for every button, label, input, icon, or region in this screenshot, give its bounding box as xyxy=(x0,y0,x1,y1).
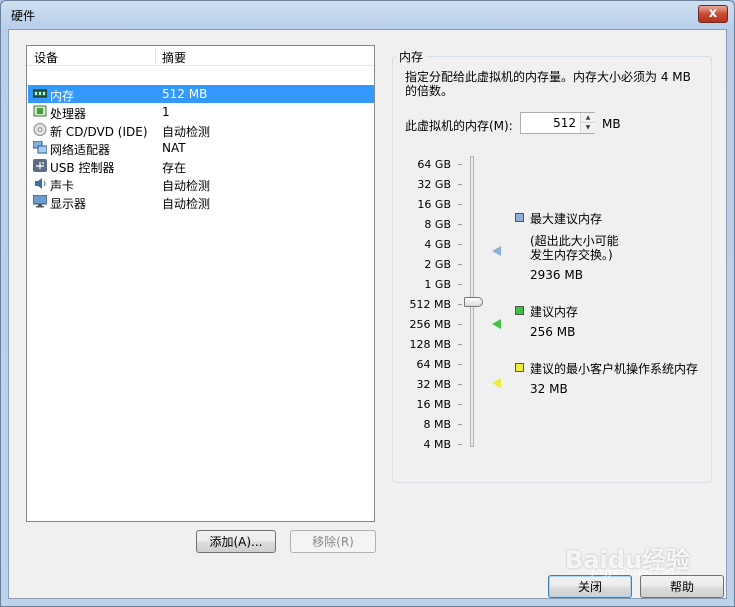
device-name: 新 CD/DVD (IDE) xyxy=(50,125,148,139)
max-recommended-note-line2: 发生内存交换。) xyxy=(530,248,613,262)
scale-tick xyxy=(458,224,462,225)
processor-icon xyxy=(33,105,47,118)
stepper-up-icon[interactable]: ▲ xyxy=(581,113,595,123)
hardware-dialog: 硬件 x 设备 摘要 内存 512 MB 处理器 1 新 CD/DVD (IDE… xyxy=(0,0,735,607)
scale-tick xyxy=(458,404,462,405)
scale-label: 16 MB xyxy=(416,398,451,411)
scale-tick xyxy=(458,424,462,425)
device-list-header: 设备 摘要 xyxy=(27,46,374,66)
min-recommended-legend-icon xyxy=(515,363,524,372)
device-summary: 自动检测 xyxy=(162,179,211,193)
window-close-button[interactable]: x xyxy=(698,5,728,23)
scale-label: 128 MB xyxy=(409,338,451,351)
baidu-watermark: Baidu经验 xyxy=(565,546,690,574)
recommended-value: 256 MB xyxy=(530,325,576,339)
device-row-memory[interactable]: 内存 512 MB xyxy=(28,85,374,103)
device-summary: 存在 xyxy=(162,161,187,175)
scale-label: 2 GB xyxy=(424,258,451,271)
device-row-network-adapter[interactable]: 网络适配器 NAT xyxy=(28,139,374,157)
scale-tick xyxy=(458,324,462,325)
min-recommended-marker-icon xyxy=(492,378,501,388)
device-name: 声卡 xyxy=(50,179,75,193)
add-device-button[interactable]: 添加(A)... xyxy=(196,530,276,553)
device-summary: 512 MB xyxy=(162,87,208,101)
display-icon xyxy=(32,194,48,208)
scale-label: 16 GB xyxy=(417,198,451,211)
scale-tick xyxy=(458,384,462,385)
scale-tick xyxy=(458,344,462,345)
stepper-down-icon[interactable]: ▼ xyxy=(581,123,595,133)
scale-tick xyxy=(458,284,462,285)
scale-label: 8 MB xyxy=(423,418,451,431)
scale-tick xyxy=(458,364,462,365)
device-row-sound-card[interactable]: 声卡 自动检测 xyxy=(28,175,374,193)
scale-tick xyxy=(458,264,462,265)
recommended-title: 建议内存 xyxy=(530,305,579,319)
memory-size-input[interactable]: 512 xyxy=(553,116,576,130)
memory-size-stepper[interactable]: 512 ▲ ▼ xyxy=(520,112,595,134)
device-name: 网络适配器 xyxy=(50,143,111,157)
help-button[interactable]: 帮助 xyxy=(640,575,724,598)
network-adapter-icon xyxy=(32,140,48,154)
min-recommended-value: 32 MB xyxy=(530,382,568,396)
memory-icon xyxy=(32,87,48,100)
device-row-display[interactable]: 显示器 自动检测 xyxy=(28,193,374,211)
scale-label: 64 MB xyxy=(416,358,451,371)
scale-label: 32 GB xyxy=(417,178,451,191)
scale-label: 4 GB xyxy=(424,238,451,251)
device-row-usb-controller[interactable]: USB 控制器 存在 xyxy=(28,157,374,175)
dialog-client-area: 设备 摘要 内存 512 MB 处理器 1 新 CD/DVD (IDE) 自动检… xyxy=(8,29,727,599)
memory-group-title: 内存 xyxy=(396,48,427,65)
device-name: 显示器 xyxy=(50,197,87,211)
max-recommended-title: 最大建议内存 xyxy=(530,212,603,226)
scale-label: 1 GB xyxy=(424,278,451,291)
device-name: 内存 xyxy=(50,89,75,103)
stepper-buttons: ▲ ▼ xyxy=(580,113,595,133)
scale-tick xyxy=(458,204,462,205)
max-recommended-legend-icon xyxy=(515,213,524,222)
memory-field-label: 此虚拟机的内存(M): xyxy=(405,119,513,133)
scale-label: 512 MB xyxy=(409,298,451,311)
scale-tick xyxy=(458,444,462,445)
scale-label: 4 MB xyxy=(423,438,451,451)
scale-label: 256 MB xyxy=(409,318,451,331)
scale-tick xyxy=(458,184,462,185)
usb-icon xyxy=(33,159,47,172)
device-summary: NAT xyxy=(162,141,186,155)
device-row-processor[interactable]: 处理器 1 xyxy=(28,103,374,121)
scale-tick xyxy=(458,244,462,245)
device-row-cd-dvd[interactable]: 新 CD/DVD (IDE) 自动检测 xyxy=(28,121,374,139)
column-header-summary[interactable]: 摘要 xyxy=(162,49,186,66)
device-summary: 1 xyxy=(162,105,170,119)
title-bar: 硬件 x xyxy=(1,1,734,29)
scale-label: 32 MB xyxy=(416,378,451,391)
device-list[interactable]: 设备 摘要 内存 512 MB 处理器 1 新 CD/DVD (IDE) 自动检… xyxy=(26,45,375,522)
max-recommended-note-line1: (超出此大小可能 xyxy=(530,234,619,248)
device-name: USB 控制器 xyxy=(50,161,115,175)
column-separator[interactable] xyxy=(155,48,156,64)
window-title: 硬件 xyxy=(11,9,36,23)
device-summary: 自动检测 xyxy=(162,125,211,139)
column-header-device[interactable]: 设备 xyxy=(34,49,58,66)
remove-device-button[interactable]: 移除(R) xyxy=(290,530,376,553)
sound-card-icon xyxy=(33,177,47,190)
memory-description: 指定分配给此虚拟机的内存量。内存大小必须为 4 MB 的倍数。 xyxy=(405,70,691,98)
max-recommended-value: 2936 MB xyxy=(530,268,583,282)
scale-label: 8 GB xyxy=(424,218,451,231)
recommended-marker-icon xyxy=(492,319,501,329)
close-button[interactable]: 关闭 xyxy=(548,575,632,598)
scale-label: 64 GB xyxy=(417,158,451,171)
memory-slider-thumb[interactable] xyxy=(464,297,483,307)
scale-tick xyxy=(458,164,462,165)
device-name: 处理器 xyxy=(50,107,87,121)
scale-tick xyxy=(458,304,462,305)
min-recommended-title: 建议的最小客户机操作系统内存 xyxy=(530,362,699,376)
recommended-legend-icon xyxy=(515,306,524,315)
device-summary: 自动检测 xyxy=(162,197,211,211)
cd-dvd-icon xyxy=(33,123,47,136)
max-recommended-marker-icon xyxy=(492,246,501,256)
memory-unit-label: MB xyxy=(602,117,621,131)
